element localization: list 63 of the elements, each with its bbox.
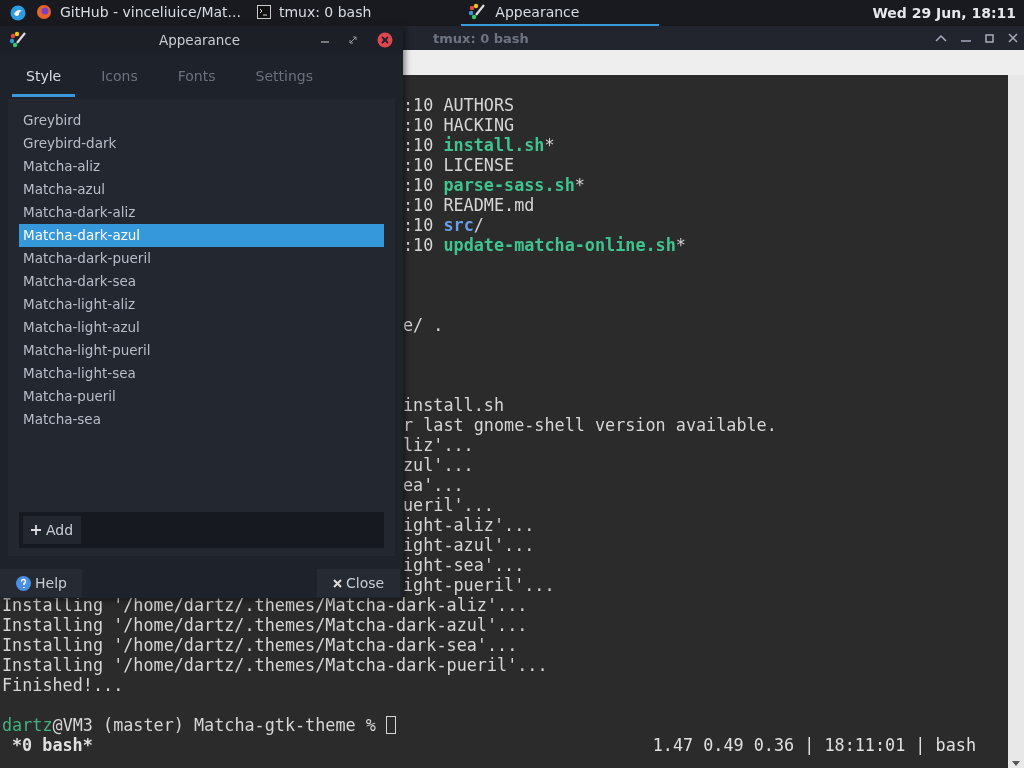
theme-item[interactable]: Matcha-dark-pueril: [19, 247, 384, 270]
help-icon: [16, 575, 31, 591]
terminal-line: :10 HACKING: [403, 115, 515, 135]
terminal-line: Installing '/home/dartz/.themes/Matcha-dark-pueril'...: [2, 655, 548, 675]
scrollbar[interactable]: [1008, 75, 1024, 768]
terminal-line: :10 src/: [403, 215, 484, 235]
close-button[interactable]: Close: [317, 569, 400, 597]
terminal-line: :10 update-matcha-online.sh*: [403, 235, 686, 255]
theme-item[interactable]: Greybird-dark: [19, 132, 384, 155]
terminal-line: zul'...: [403, 455, 474, 475]
add-button[interactable]: Add: [23, 516, 82, 544]
theme-item[interactable]: Matcha-light-sea: [19, 362, 384, 385]
terminal-line: install.sh: [403, 395, 505, 415]
browser-icon: [36, 4, 52, 20]
terminal-line: dartz@VM3 (master) Matcha-gtk-theme %: [2, 715, 377, 735]
terminal-line: Installing '/home/dartz/.themes/Matcha-dark-sea'...: [2, 635, 518, 655]
close-icon[interactable]: [1008, 33, 1018, 43]
terminal-line: Installing '/home/dartz/.themes/Matcha-dark-azul'...: [2, 615, 528, 635]
theme-item[interactable]: Matcha-sea: [19, 408, 384, 431]
terminal-line: ight-pueril'...: [403, 575, 555, 595]
restore-icon[interactable]: [349, 36, 357, 44]
close-icon: [333, 578, 342, 588]
status-left: *0 bash*: [12, 735, 93, 755]
plus-icon: [31, 525, 41, 535]
palette-brush-icon: [8, 30, 28, 50]
terminal-line: e/ .: [403, 315, 444, 335]
theme-item[interactable]: Matcha-aliz: [19, 155, 384, 178]
chevron-up-icon[interactable]: [935, 34, 947, 42]
scroll-down-icon[interactable]: [1012, 761, 1020, 766]
terminal-line: ight-aliz'...: [403, 515, 535, 535]
window-title: Appearance: [157, 32, 242, 48]
terminal-line: ight-azul'...: [403, 535, 535, 555]
app-menu-icon[interactable]: [10, 5, 26, 21]
theme-item[interactable]: Matcha-light-aliz: [19, 293, 384, 316]
window-title: tmux: 0 bash: [433, 30, 529, 46]
maximize-icon[interactable]: [985, 33, 994, 43]
theme-item[interactable]: Matcha-light-azul: [19, 316, 384, 339]
clock: Wed 29 Jun, 18:11: [872, 5, 1016, 21]
theme-item[interactable]: Matcha-azul: [19, 178, 384, 201]
theme-item[interactable]: Matcha-dark-sea: [19, 270, 384, 293]
taskbar-button[interactable]: GitHub - vinceliuice/Mat...: [30, 0, 247, 26]
theme-item[interactable]: Matcha-light-pueril: [19, 339, 384, 362]
palette-brush-icon: [467, 2, 488, 22]
terminal-line: r last gnome-shell version available.: [403, 415, 777, 435]
terminal-line: :10 README.md: [403, 195, 535, 215]
terminal-line: ight-sea'...: [403, 555, 525, 575]
terminal-line: Finished!...: [2, 675, 124, 695]
theme-item[interactable]: Matcha-pueril: [19, 385, 384, 408]
status-right: 1.47 0.49 0.36 | 18:11:01 | bash: [652, 735, 976, 755]
terminal-line: :10 install.sh*: [403, 135, 555, 155]
terminal-line: liz'...: [403, 435, 474, 455]
help-button[interactable]: Help: [0, 569, 82, 597]
terminal-line: :10 LICENSE: [403, 155, 515, 175]
theme-item[interactable]: Matcha-dark-aliz: [19, 201, 384, 224]
taskbar-button[interactable]: tmux: 0 bash: [250, 0, 378, 26]
theme-item[interactable]: Greybird: [19, 109, 384, 132]
terminal-line: ea'...: [403, 475, 464, 495]
terminal-line: :10 AUTHORS: [403, 95, 515, 115]
terminal-line: :10 parse-sass.sh*: [403, 175, 585, 195]
close-icon[interactable]: [377, 32, 393, 48]
terminal-line: ueril'...: [403, 495, 494, 515]
terminal-line: Installing '/home/dartz/.themes/Matcha-dark-aliz'...: [2, 595, 528, 615]
terminal-icon: [256, 5, 271, 19]
